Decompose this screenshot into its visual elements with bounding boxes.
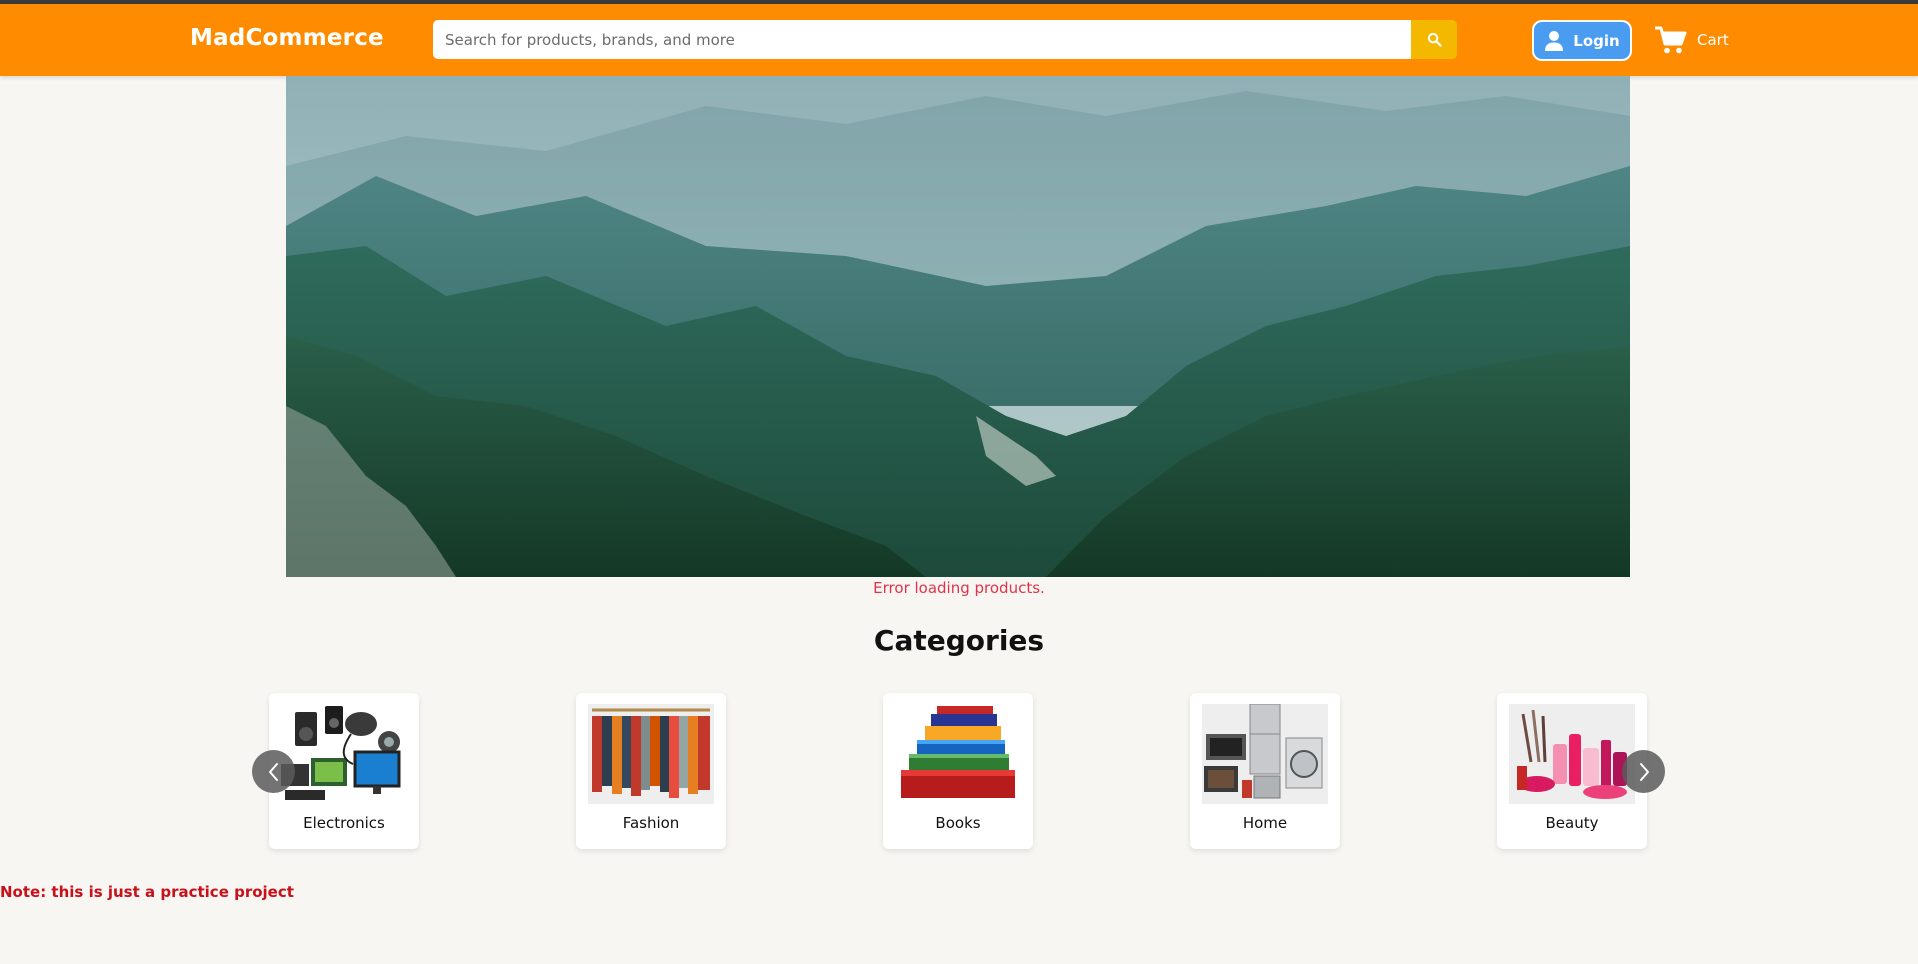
error-message: Error loading products. <box>873 579 1045 597</box>
electronics-image <box>281 704 407 804</box>
mountain-landscape-image <box>286 76 1630 577</box>
search-bar <box>433 20 1457 59</box>
categories-title: Categories <box>873 624 1045 657</box>
category-label: Books <box>935 814 981 832</box>
books-image <box>895 704 1021 804</box>
search-button[interactable] <box>1411 20 1457 59</box>
login-button[interactable]: Login <box>1532 20 1632 61</box>
chevron-left-icon <box>268 762 278 781</box>
cart-icon <box>1655 26 1687 54</box>
home-appliances-image <box>1202 704 1328 804</box>
practice-project-note: Note: this is just a practice project <box>0 883 294 901</box>
cart-link[interactable]: Cart <box>1655 24 1729 56</box>
category-card-books[interactable]: Books <box>883 693 1033 849</box>
cart-label: Cart <box>1697 31 1729 49</box>
category-card-home[interactable]: Home <box>1190 693 1340 849</box>
categories-carousel: Electronics Fashion Books Home Beauty <box>0 693 1918 849</box>
beauty-image <box>1509 704 1635 804</box>
navbar: MadCommerce Login Cart <box>0 4 1918 76</box>
user-icon <box>1545 30 1564 51</box>
fashion-image <box>588 704 714 804</box>
category-label: Fashion <box>622 814 680 832</box>
carousel-next-button[interactable] <box>1622 750 1665 793</box>
login-label: Login <box>1573 31 1620 50</box>
category-label: Electronics <box>303 814 385 832</box>
chevron-right-icon <box>1639 762 1649 781</box>
brand-logo[interactable]: MadCommerce <box>190 25 384 51</box>
search-icon <box>1427 32 1442 47</box>
category-label: Home <box>1242 814 1288 832</box>
hero-banner <box>286 76 1630 577</box>
category-label: Beauty <box>1545 814 1599 832</box>
category-card-fashion[interactable]: Fashion <box>576 693 726 849</box>
carousel-prev-button[interactable] <box>252 750 295 793</box>
search-input[interactable] <box>433 20 1411 59</box>
